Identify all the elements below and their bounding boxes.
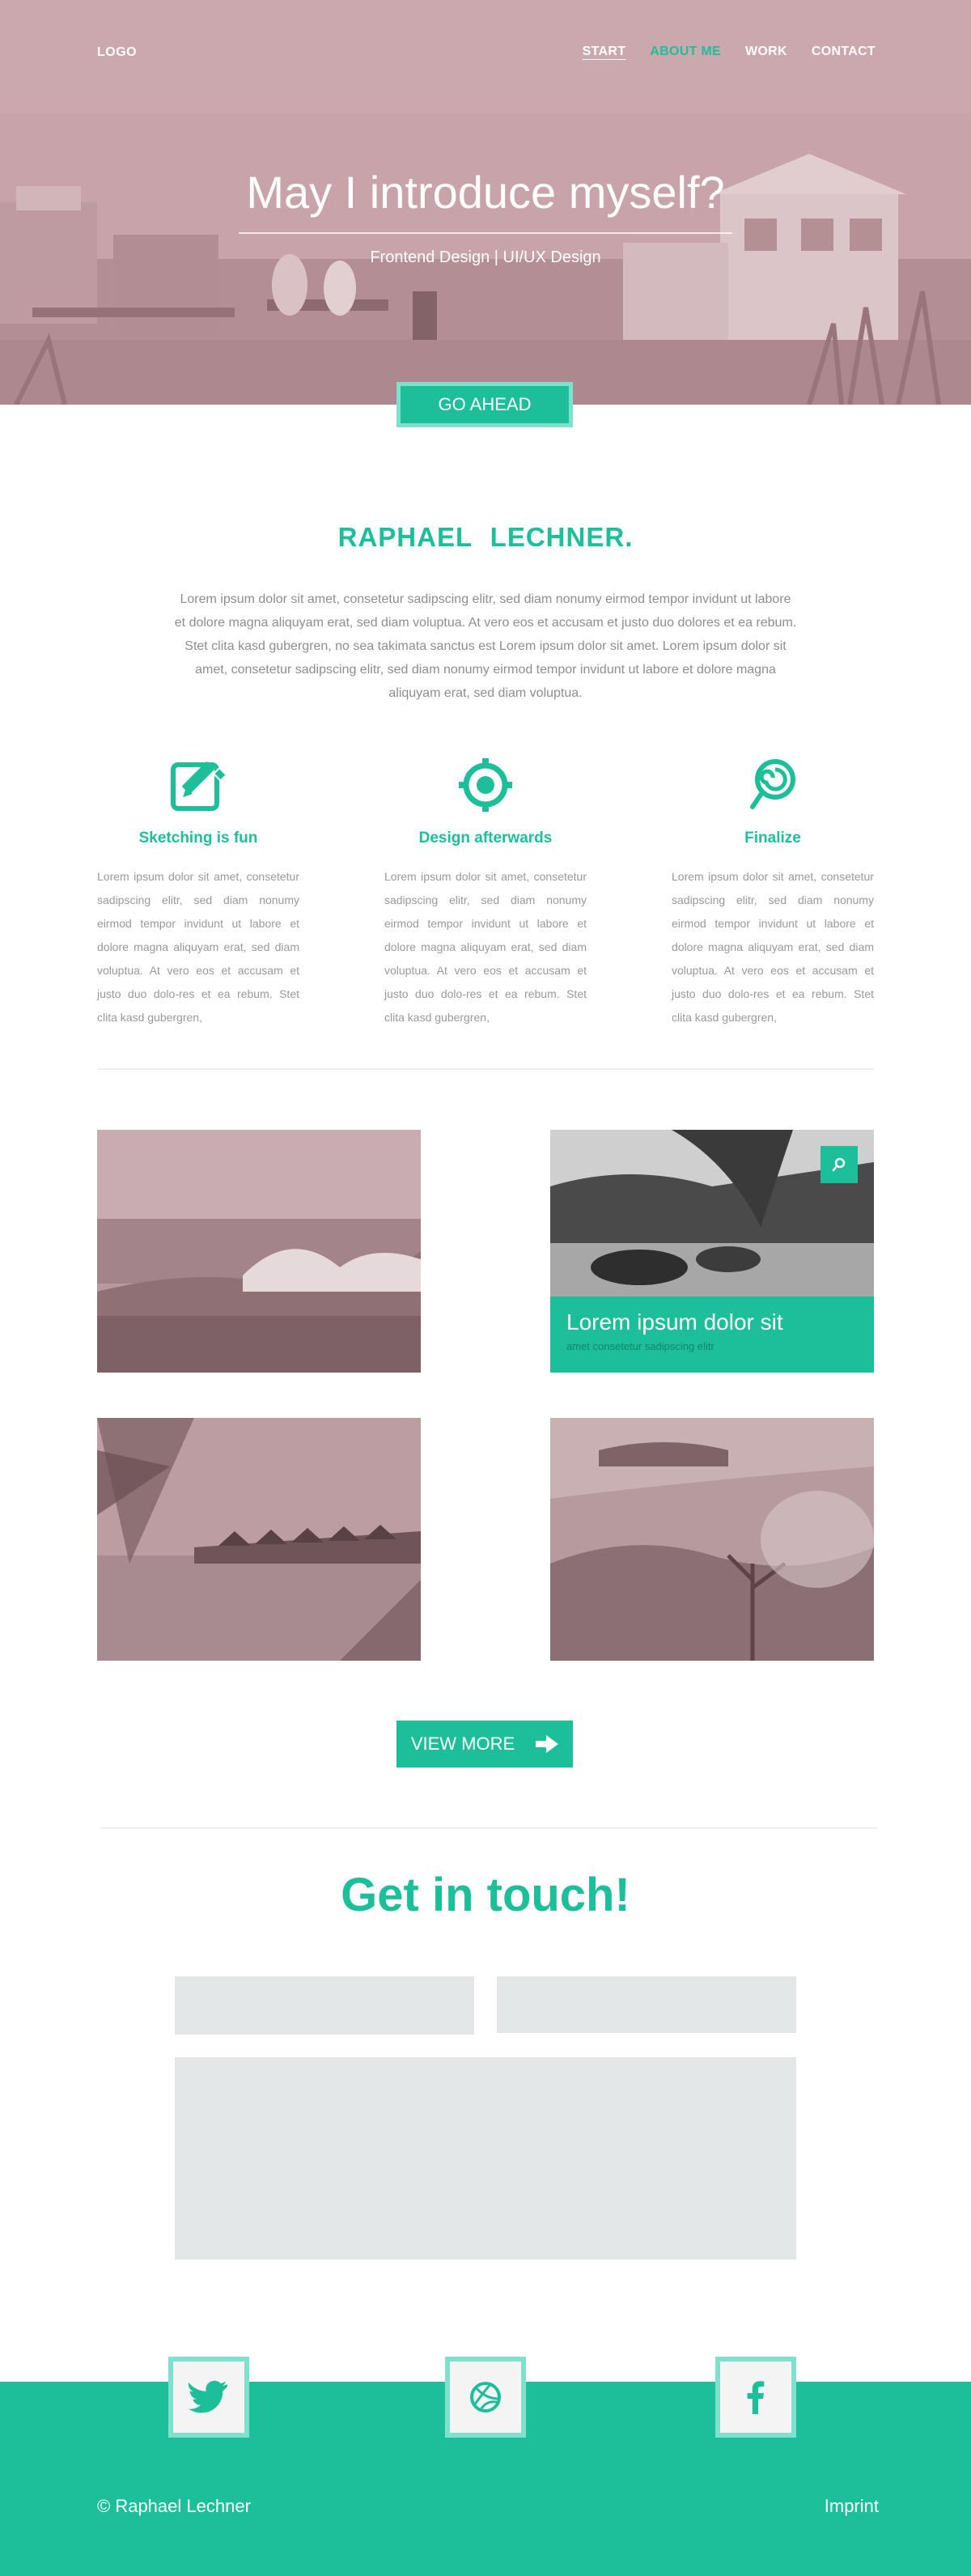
section-divider [97,1068,874,1070]
portfolio-caption: Lorem ipsum dolor sit amet consetetur sa… [550,1296,874,1373]
feature-title: Finalize [744,830,801,847]
caption-subtitle: amet consetetur sadipscing elitr [566,1340,714,1352]
arrow-right-icon [536,1735,559,1753]
main-nav: START ABOUT ME WORK CONTACT [583,45,876,59]
hero-section: LOGO START ABOUT ME WORK CONTACT May I i… [0,0,971,405]
facebook-link[interactable] [715,2357,796,2438]
twitter-link[interactable] [168,2357,249,2438]
copyright: © Raphael Lechner [97,2496,251,2516]
dribbble-icon [470,2382,501,2413]
email-field[interactable] [497,1976,796,2033]
feature-finalize: Finalize Lorem ipsum dolor sit amet, con… [672,757,874,1029]
view-more-button[interactable]: VIEW MORE [396,1721,573,1768]
portfolio-item-featured[interactable]: Lorem ipsum dolor sit amet consetetur sa… [550,1130,874,1373]
portfolio-image [550,1418,874,1661]
section-divider [100,1827,877,1829]
feature-text: Lorem ipsum dolor sit amet, consetetur s… [384,870,587,1024]
contact-title: Get in touch! [341,1869,630,1921]
twitter-icon [189,2380,227,2413]
nav-work[interactable]: WORK [745,45,787,59]
imprint-link[interactable]: Imprint [825,2496,879,2517]
nav-start[interactable]: START [583,45,626,59]
go-ahead-button[interactable]: GO AHEAD [396,382,573,427]
view-more-label: VIEW MORE [410,1734,515,1754]
target-icon [457,757,514,813]
facebook-icon [747,2381,765,2414]
logo[interactable]: LOGO [97,45,137,60]
lollipop-icon [744,757,801,813]
caption-title: Lorem ipsum dolor sit [566,1309,783,1335]
author-name: RAPHAEL LECHNER. [337,522,634,552]
hero-divider [239,232,732,234]
feature-title: Sketching is fun [138,830,258,847]
nav-about-me[interactable]: ABOUT ME [650,45,721,59]
edit-icon [170,757,229,813]
feature-design: Design afterwards Lorem ipsum dolor sit … [384,757,587,1029]
portfolio-item-bungalows[interactable] [97,1418,421,1661]
feature-sketching: Sketching is fun Lorem ipsum dolor sit a… [97,757,299,1029]
intro-text: Lorem ipsum dolor sit amet, consetetur s… [174,592,797,700]
feature-title: Design afterwards [418,830,553,847]
hero-subtitle: Frontend Design | UI/UX Design [370,248,601,266]
hero-title: May I introduce myself? [246,167,725,218]
name-field[interactable] [175,1976,474,2035]
feature-text: Lorem ipsum dolor sit amet, consetetur s… [97,870,299,1024]
nav-contact[interactable]: CONTACT [812,45,876,59]
search-icon[interactable] [820,1146,858,1183]
dribbble-link[interactable] [445,2357,526,2438]
portfolio-image [97,1418,421,1661]
portfolio-image [97,1130,421,1373]
portfolio-item-sea[interactable] [97,1130,421,1373]
portfolio-item-coast[interactable] [550,1418,874,1661]
feature-text: Lorem ipsum dolor sit amet, consetetur s… [672,870,874,1024]
message-field[interactable] [175,2057,796,2260]
